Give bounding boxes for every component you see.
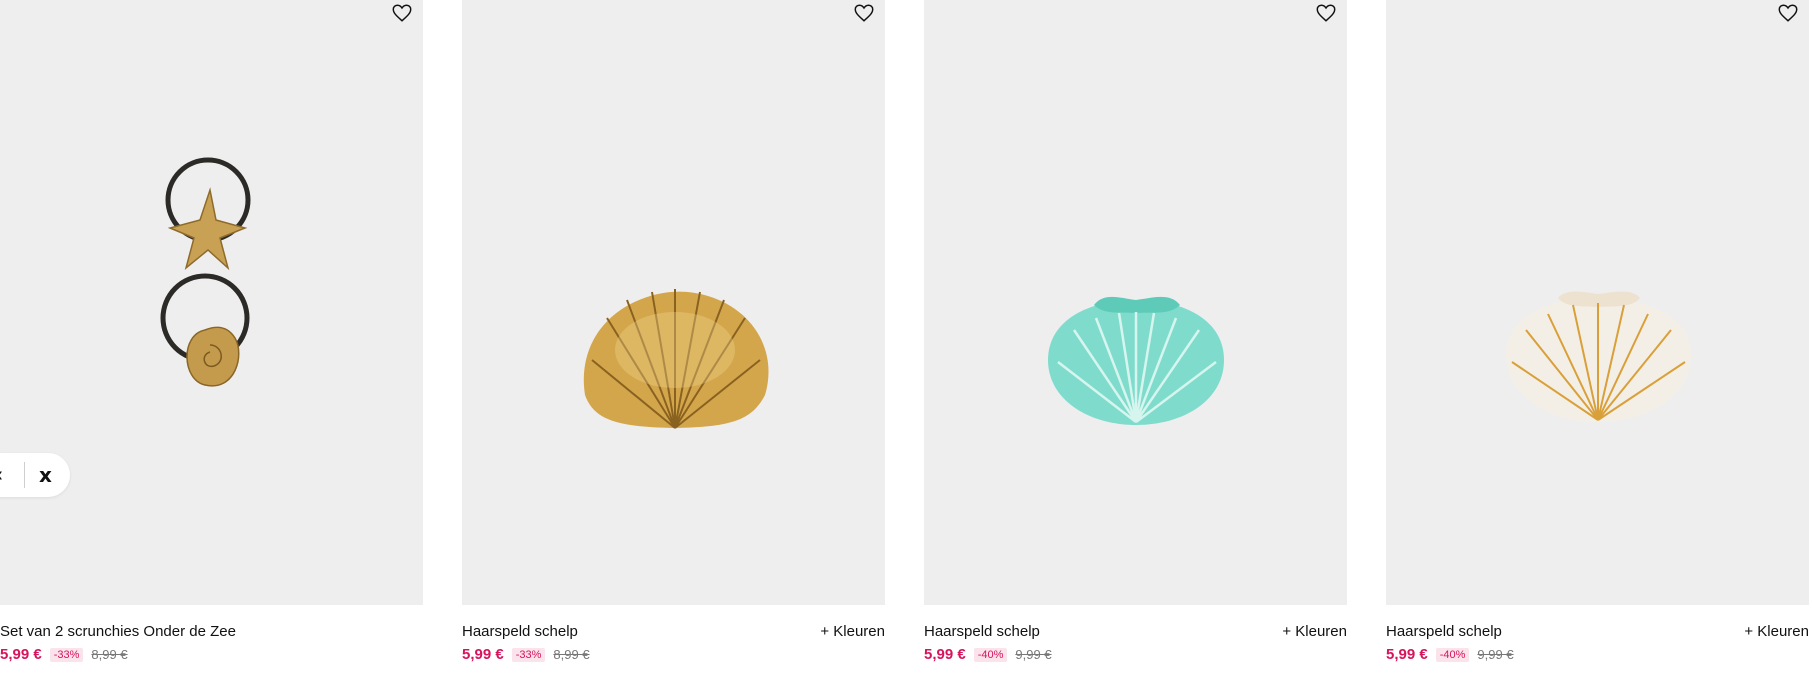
original-price: 8,99 € (553, 647, 590, 662)
product-card[interactable]: Haarspeld schelp + Kleuren 5,99 € -40% 9… (924, 0, 1347, 665)
product-image[interactable] (1386, 0, 1809, 605)
product-title[interactable]: Haarspeld schelp (462, 623, 578, 640)
scrunchies-image (160, 157, 251, 387)
sale-price: 5,99 € (1386, 646, 1428, 663)
discount-badge: -33% (49, 647, 84, 662)
discount-badge: -33% (511, 647, 546, 662)
discount-badge: -40% (1435, 647, 1470, 662)
product-card[interactable]: Haarspeld schelp + Kleuren 5,99 € -33% 8… (462, 0, 885, 665)
sale-price: 5,99 € (0, 646, 42, 663)
price-row: 5,99 € -33% 8,99 € (0, 646, 128, 663)
close-icon[interactable]: x (39, 463, 52, 487)
favorite-button[interactable] (1315, 2, 1337, 24)
product-card[interactable]: Haarspeld schelp + Kleuren 5,99 € -40% 9… (1386, 0, 1809, 665)
previous-arrow-icon[interactable]: ‹ (0, 464, 16, 487)
pearl-shell-clip-image (1506, 291, 1691, 422)
favorite-button[interactable] (853, 2, 875, 24)
gold-shell-clip-image (583, 289, 769, 429)
divider (24, 462, 25, 488)
sale-price: 5,99 € (924, 646, 966, 663)
original-price: 9,99 € (1015, 647, 1052, 662)
heart-icon (1316, 4, 1336, 22)
heart-icon (1778, 4, 1798, 22)
favorite-button[interactable] (1777, 2, 1799, 24)
turquoise-shell-clip-image (1048, 296, 1224, 425)
carousel-controls: ‹ x (0, 453, 70, 497)
product-title[interactable]: Haarspeld schelp (924, 623, 1040, 640)
original-price: 9,99 € (1477, 647, 1514, 662)
favorite-button[interactable] (391, 2, 413, 24)
more-colors-link[interactable]: + Kleuren (820, 623, 885, 640)
more-colors-link[interactable]: + Kleuren (1744, 623, 1809, 640)
heart-icon (392, 4, 412, 22)
product-grid: ‹ x Set van 2 scrunchies Onder de Zee 5,… (0, 0, 1812, 686)
heart-icon (854, 4, 874, 22)
product-meta: Haarspeld schelp + Kleuren 5,99 € -40% 9… (924, 605, 1347, 665)
product-card[interactable]: ‹ x Set van 2 scrunchies Onder de Zee 5,… (0, 0, 423, 665)
price-row: 5,99 € -33% 8,99 € (462, 646, 590, 663)
product-image[interactable]: ‹ x (0, 0, 423, 605)
product-meta: Haarspeld schelp + Kleuren 5,99 € -40% 9… (1386, 605, 1809, 665)
price-row: 5,99 € -40% 9,99 € (924, 646, 1052, 663)
sale-price: 5,99 € (462, 646, 504, 663)
product-meta: Haarspeld schelp + Kleuren 5,99 € -33% 8… (462, 605, 885, 665)
more-colors-link[interactable]: + Kleuren (1282, 623, 1347, 640)
discount-badge: -40% (973, 647, 1008, 662)
product-title[interactable]: Haarspeld schelp (1386, 623, 1502, 640)
product-image[interactable] (462, 0, 885, 605)
product-meta: Set van 2 scrunchies Onder de Zee 5,99 €… (0, 605, 423, 665)
original-price: 8,99 € (91, 647, 128, 662)
product-title[interactable]: Set van 2 scrunchies Onder de Zee (0, 623, 236, 640)
price-row: 5,99 € -40% 9,99 € (1386, 646, 1514, 663)
product-image[interactable] (924, 0, 1347, 605)
